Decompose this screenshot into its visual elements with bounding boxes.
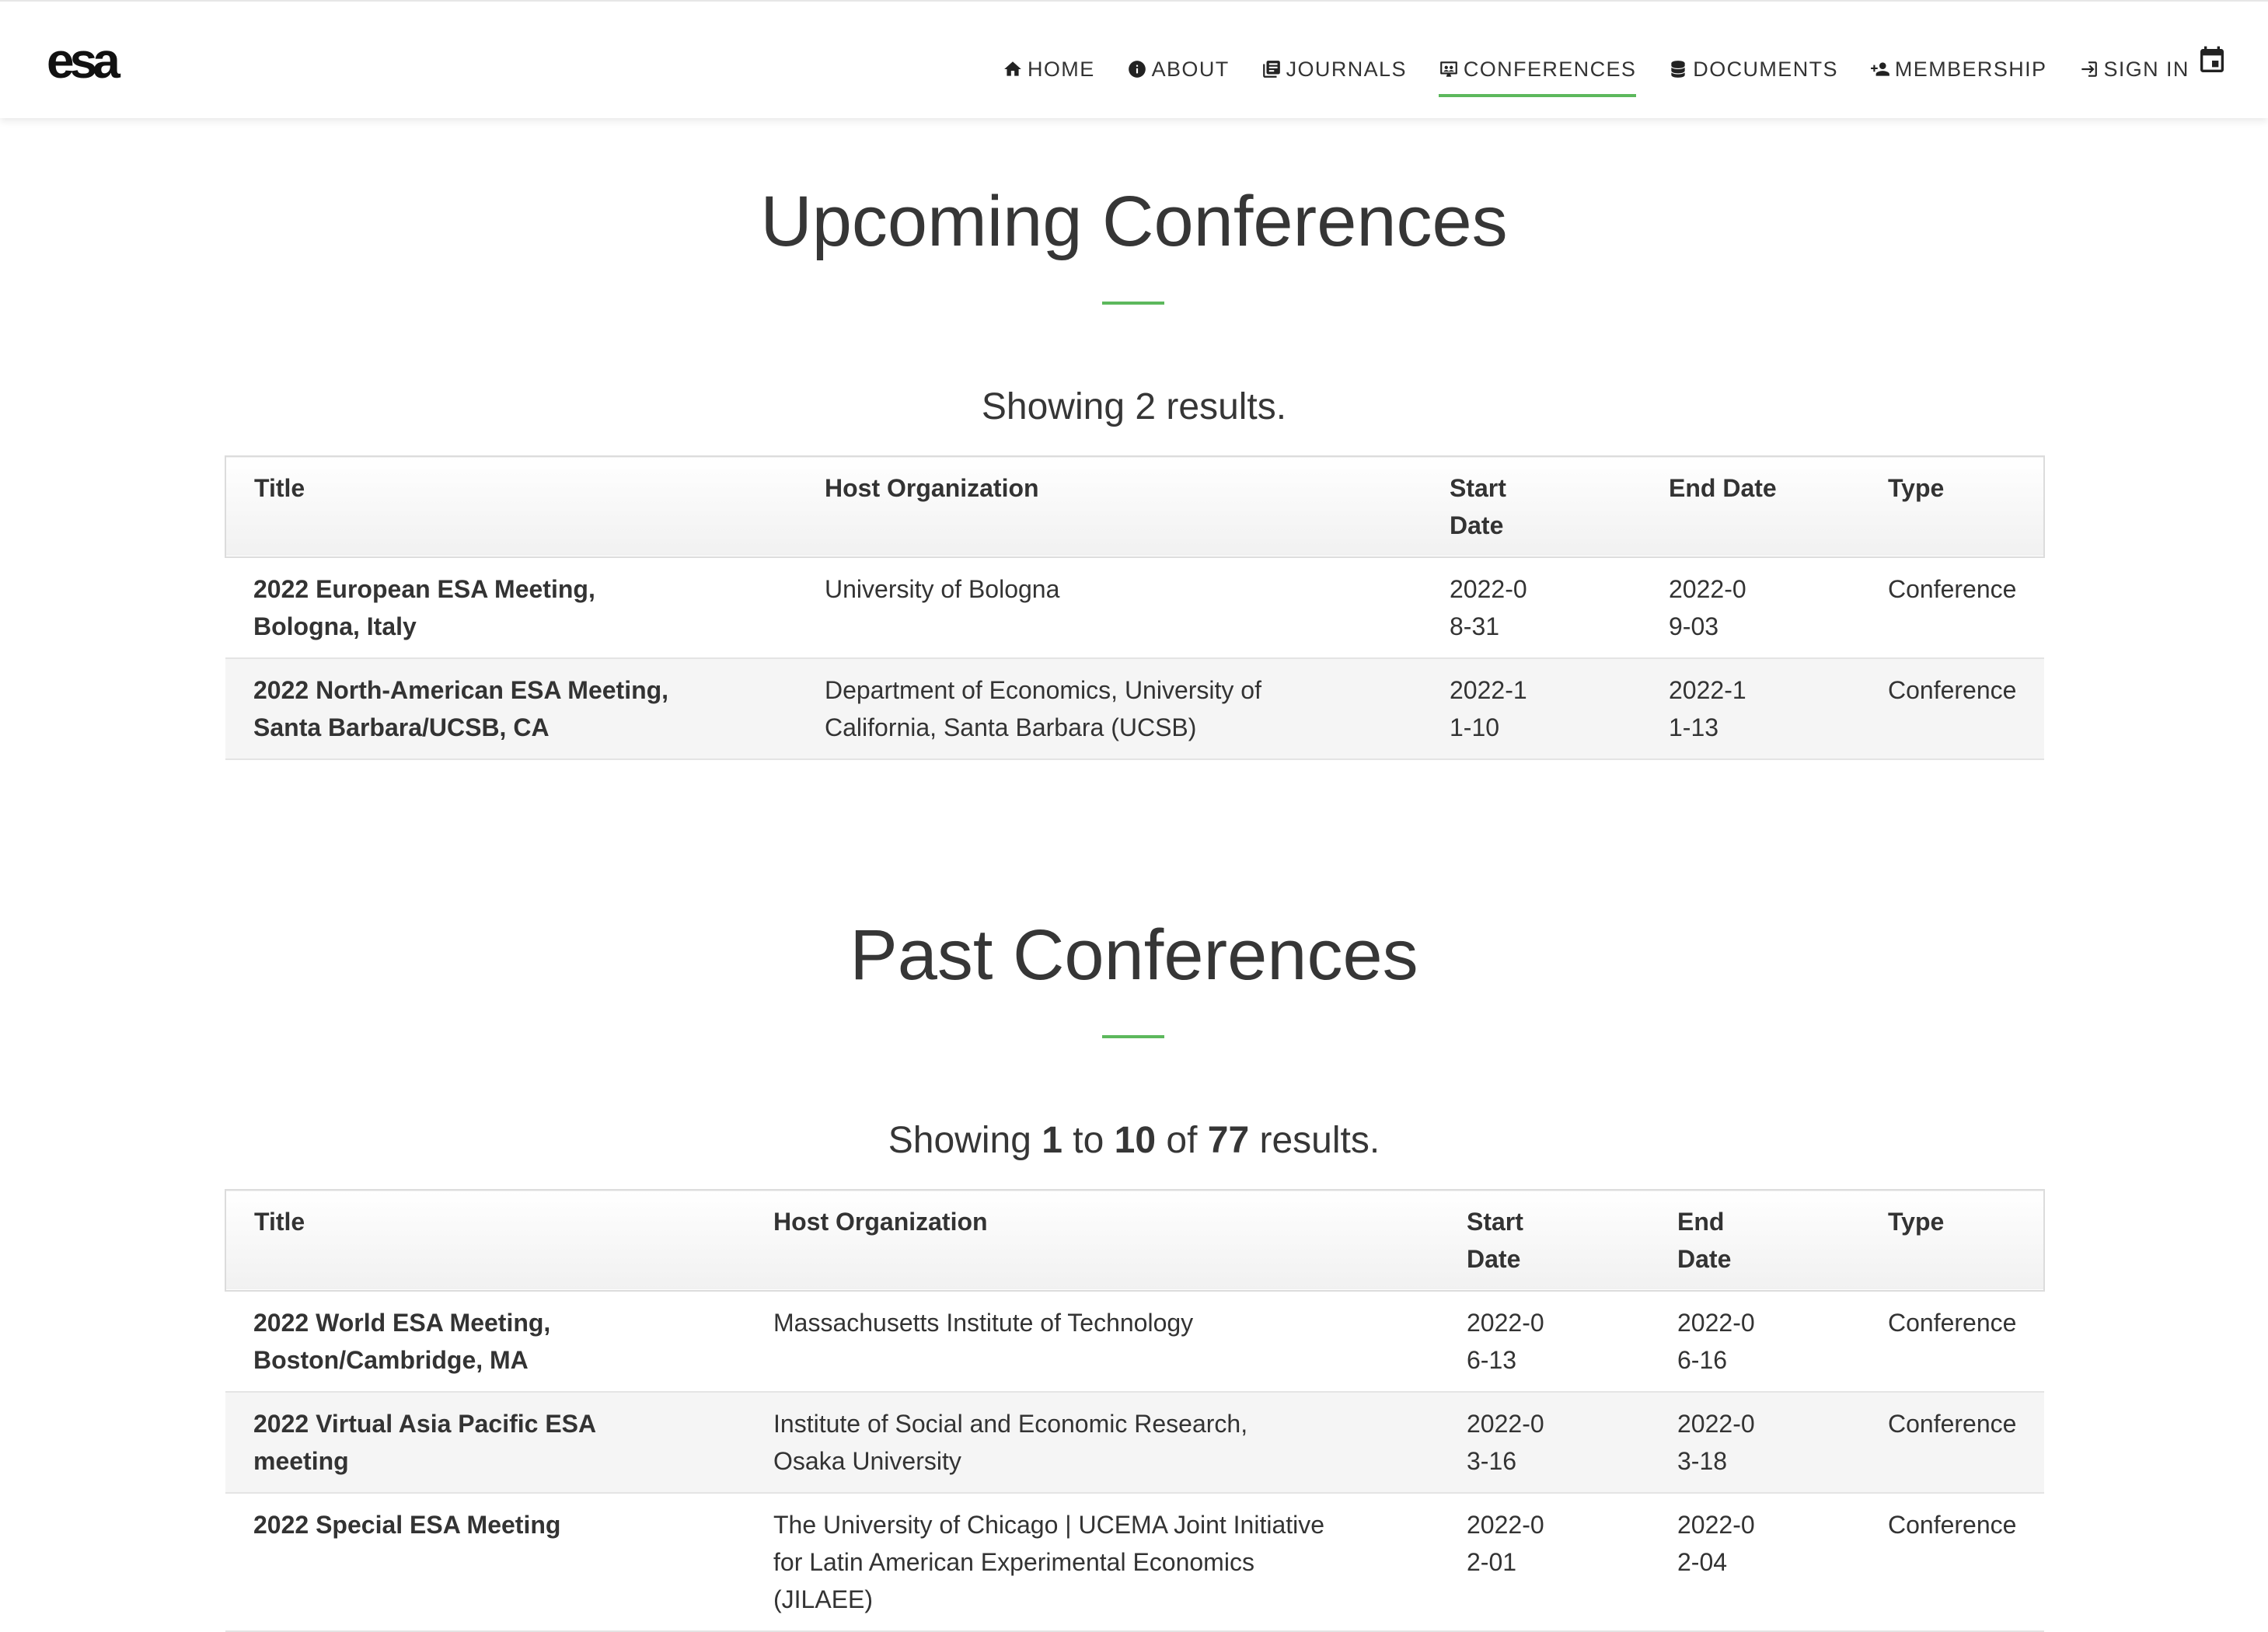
end-date: 2022-11-13 — [1641, 658, 1860, 759]
conference-type: Conference — [1888, 1511, 2017, 1539]
results-of-word: of — [1166, 1120, 1198, 1161]
column-header-title[interactable]: Title — [225, 1190, 745, 1291]
host-organization: The University of Chicago | UCEMA Joint … — [773, 1511, 1325, 1613]
table-row[interactable]: 2022 Virtual Asia Pacific ESA meeting In… — [225, 1392, 2044, 1493]
end-date: 2022-02-04 — [1649, 1493, 1860, 1631]
start-date-value: 2022-08-31 — [1450, 575, 1527, 640]
conference-title[interactable]: 2022 Virtual Asia Pacific ESA meeting — [225, 1392, 745, 1493]
column-header-title[interactable]: Title — [225, 456, 797, 557]
end-date-value: 2022-11-13 — [1669, 676, 1746, 741]
table-header-row: Title Host Organization Start Date End D… — [225, 1190, 2044, 1291]
column-header-start-date[interactable]: Start Date — [1422, 456, 1641, 557]
column-header-end-date[interactable]: End Date — [1649, 1190, 1860, 1291]
start-date: 2022-08-31 — [1422, 557, 1641, 658]
nav-sign-in-label: SIGN IN — [2103, 57, 2189, 81]
table-row[interactable]: 2022 Special ESA Meeting The University … — [225, 1493, 2044, 1631]
esa-logo[interactable]: esa — [47, 31, 120, 90]
start-date: 2022-11-10 — [1422, 658, 1641, 759]
results-to: 10 — [1114, 1120, 1157, 1161]
results-from: 1 — [1042, 1120, 1062, 1161]
sign-in-icon — [2081, 61, 2098, 77]
conference-title[interactable]: 2022 North-American ESA Meeting, Santa B… — [225, 658, 797, 759]
conference-type: Conference — [1888, 575, 2017, 603]
add-user-icon — [1870, 62, 1889, 76]
end-date: 2022-03-18 — [1649, 1392, 1860, 1493]
conference-type: Conference — [1888, 1410, 2017, 1438]
results-prefix: Showing — [888, 1120, 1031, 1161]
nav-conferences[interactable]: CONFERENCES — [1438, 52, 1637, 97]
column-header-start-date-label: Start Date — [1467, 1208, 1523, 1273]
calendar-button[interactable] — [2196, 45, 2228, 76]
nav-membership-label: MEMBERSHIP — [1894, 57, 2047, 81]
nav-journals[interactable]: JOURNALS — [1261, 52, 1407, 86]
host-organization: University of Bologna — [825, 575, 1060, 603]
nav-membership[interactable]: MEMBERSHIP — [1870, 52, 2047, 86]
host-organization: Department of Economics, University of C… — [825, 676, 1261, 741]
end-date-value: 2022-06-16 — [1677, 1309, 1755, 1374]
column-header-type[interactable]: Type — [1860, 456, 2044, 557]
start-date-value: 2022-03-16 — [1467, 1410, 1544, 1475]
table-row[interactable]: 2022 North-American ESA Meeting, Santa B… — [225, 658, 2044, 759]
top-navbar: esa HOME ABOUT JOURNALS CONFERENCES DOCU… — [0, 0, 2268, 118]
past-heading: Past Conferences — [850, 915, 1418, 995]
table-header-row: Title Host Organization Start Date End D… — [225, 456, 2044, 557]
past-results-count: Showing 1 to 10 of 77 results. — [0, 1118, 2268, 1164]
end-date-value: 2022-02-04 — [1677, 1511, 1755, 1576]
upcoming-heading-divider — [1102, 302, 1164, 305]
results-suffix: results. — [1259, 1120, 1380, 1161]
host-organization: Massachusetts Institute of Technology — [773, 1309, 1194, 1337]
results-to-word: to — [1073, 1120, 1104, 1161]
upcoming-heading: Upcoming Conferences — [760, 182, 1508, 261]
home-icon — [1004, 61, 1021, 76]
nav-about-label: ABOUT — [1151, 57, 1230, 81]
conference-title[interactable]: 2022 European ESA Meeting, Bologna, Ital… — [225, 557, 797, 658]
database-icon — [1671, 61, 1685, 78]
upcoming-results-count: Showing 2 results. — [981, 386, 1287, 427]
nav-journals-label: JOURNALS — [1286, 57, 1407, 81]
start-date-value: 2022-02-01 — [1467, 1511, 1544, 1576]
conference-type: Conference — [1888, 1309, 2017, 1337]
end-date: 2022-09-03 — [1641, 557, 1860, 658]
start-date: 2022-06-13 — [1439, 1291, 1649, 1392]
nav-sign-in[interactable]: SIGN IN — [2078, 52, 2189, 86]
nav-about[interactable]: ABOUT — [1127, 52, 1230, 86]
column-header-host[interactable]: Host Organization — [745, 1190, 1439, 1291]
column-header-start-date-label: Start Date — [1450, 474, 1506, 539]
start-date-value: 2022-11-10 — [1450, 676, 1527, 741]
start-date: 2022-02-01 — [1439, 1493, 1649, 1631]
column-header-end-date-label: End Date — [1677, 1208, 1732, 1273]
table-row[interactable]: 2022 World ESA Meeting, Boston/Cambridge… — [225, 1291, 2044, 1392]
nav-conferences-label: CONFERENCES — [1463, 57, 1637, 81]
past-conferences-table: Title Host Organization Start Date End D… — [225, 1189, 2045, 1632]
book-icon — [1262, 61, 1280, 78]
column-header-end-date[interactable]: End Date — [1641, 456, 1860, 557]
info-icon — [1128, 61, 1146, 78]
start-date: 2022-03-16 — [1439, 1392, 1649, 1493]
nav-documents-label: DOCUMENTS — [1693, 57, 1838, 81]
end-date-value: 2022-09-03 — [1669, 575, 1746, 640]
column-header-host[interactable]: Host Organization — [797, 456, 1422, 557]
end-date: 2022-06-16 — [1649, 1291, 1860, 1392]
calendar-icon — [2200, 46, 2224, 72]
conference-title[interactable]: 2022 Special ESA Meeting — [225, 1493, 745, 1631]
results-total: 77 — [1207, 1120, 1250, 1161]
column-header-start-date[interactable]: Start Date — [1439, 1190, 1649, 1291]
conference-type: Conference — [1888, 676, 2017, 704]
table-row[interactable]: 2022 European ESA Meeting, Bologna, Ital… — [225, 557, 2044, 658]
column-header-type[interactable]: Type — [1860, 1190, 2044, 1291]
nav-documents[interactable]: DOCUMENTS — [1668, 52, 1838, 86]
past-heading-divider — [1102, 1035, 1164, 1038]
main-nav: HOME ABOUT JOURNALS CONFERENCES DOCUMENT… — [1003, 50, 2221, 97]
presentation-icon — [1440, 61, 1457, 77]
end-date-value: 2022-03-18 — [1677, 1410, 1755, 1475]
nav-home-label: HOME — [1028, 57, 1095, 81]
upcoming-conferences-table: Title Host Organization Start Date End D… — [225, 455, 2045, 760]
nav-home[interactable]: HOME — [1003, 52, 1095, 86]
conference-title[interactable]: 2022 World ESA Meeting, Boston/Cambridge… — [225, 1291, 745, 1392]
host-organization: Institute of Social and Economic Researc… — [773, 1410, 1248, 1475]
start-date-value: 2022-06-13 — [1467, 1309, 1544, 1374]
